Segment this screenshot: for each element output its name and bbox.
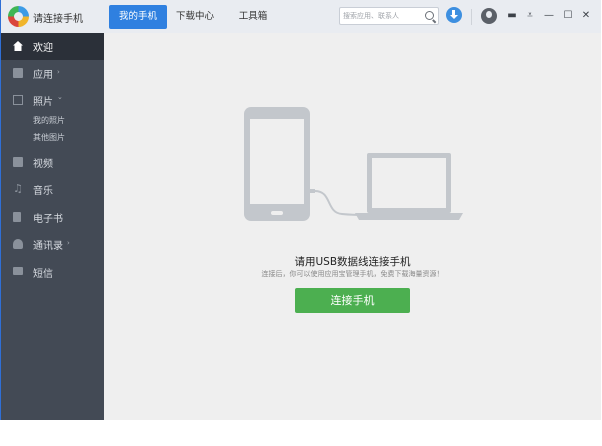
sidebar-item-welcome[interactable]: 欢迎: [1, 33, 104, 60]
sidebar-item-ebook[interactable]: 电子书: [1, 204, 104, 231]
tab-download-center[interactable]: 下载中心: [171, 5, 219, 29]
connect-phone-button[interactable]: 连接手机: [295, 288, 410, 313]
contact-icon: [13, 239, 23, 249]
laptop-illustration: [355, 153, 463, 220]
app-logo-icon: [8, 6, 29, 27]
sidebar-item-apps[interactable]: 应用 ›: [1, 60, 104, 87]
search-icon[interactable]: [425, 11, 434, 20]
tab-my-phone[interactable]: 我的手机: [109, 5, 167, 29]
download-icon[interactable]: [446, 7, 462, 23]
sidebar-item-label: 应用: [33, 70, 53, 81]
video-icon: [13, 157, 23, 167]
maximize-icon[interactable]: ☐: [561, 9, 575, 23]
main-panel: 请用USB数据线连接手机 连接后，你可以使用应用宝管理手机，免费下载海量资源！ …: [104, 33, 601, 420]
sidebar-item-label: 短信: [33, 269, 53, 280]
music-icon: ♫: [13, 182, 23, 195]
minimize-icon[interactable]: —: [542, 9, 556, 23]
menu-icon[interactable]: ▬: [505, 9, 519, 23]
usb-cable: [309, 189, 367, 216]
connect-title: 请用USB数据线连接手机: [294, 256, 411, 268]
app-window: 请连接手机 我的手机 下载中心 工具箱 ▬ ⩡ — ☐ ✕ 欢迎 应用 › 照片…: [0, 0, 601, 420]
sidebar-item-music[interactable]: ♫ 音乐: [1, 176, 104, 203]
tab-toolbox[interactable]: 工具箱: [231, 5, 275, 29]
sidebar-item-contacts[interactable]: 通讯录 ›: [1, 231, 104, 258]
chevron-right-icon: ›: [57, 68, 60, 76]
dropdown-icon[interactable]: ⩡: [523, 9, 537, 23]
sidebar-item-label: 通讯录: [33, 241, 63, 252]
user-icon[interactable]: [481, 8, 497, 24]
usb-connect-illustration: [244, 107, 463, 221]
search-input[interactable]: [343, 9, 421, 23]
chevron-right-icon: ›: [67, 239, 70, 247]
photo-icon: [13, 95, 23, 105]
title-bar: 请连接手机 我的手机 下载中心 工具箱 ▬ ⩡ — ☐ ✕: [1, 0, 601, 34]
home-icon: [13, 41, 23, 51]
sidebar-item-sms[interactable]: 短信: [1, 259, 104, 286]
sidebar-item-label: 欢迎: [33, 43, 53, 54]
app-icon: [13, 68, 23, 78]
sidebar: 欢迎 应用 › 照片 ⌄ 我的照片 其他图片 视频 ♫ 音乐 电子书 通讯录 ›…: [1, 33, 104, 420]
sidebar-subitem-other-images[interactable]: 其他图片: [33, 132, 65, 143]
chevron-down-icon: ⌄: [57, 93, 63, 101]
connect-description: 连接后，你可以使用应用宝管理手机，免费下载海量资源！: [261, 270, 444, 278]
book-icon: [13, 212, 21, 222]
app-title: 请连接手机: [33, 14, 83, 25]
sidebar-item-label: 音乐: [33, 186, 53, 197]
sidebar-subitem-my-photos[interactable]: 我的照片: [33, 115, 65, 126]
sidebar-item-label: 视频: [33, 159, 53, 170]
bottom-area: [0, 420, 602, 446]
sms-icon: [13, 267, 23, 275]
sidebar-item-label: 电子书: [33, 214, 63, 225]
title-divider: [471, 9, 472, 25]
close-icon[interactable]: ✕: [579, 9, 593, 23]
search-box: [339, 7, 439, 25]
sidebar-item-label: 照片: [33, 97, 53, 108]
phone-illustration: [244, 107, 310, 221]
sidebar-item-video[interactable]: 视频: [1, 149, 104, 176]
sidebar-item-photos[interactable]: 照片 ⌄: [1, 87, 104, 114]
